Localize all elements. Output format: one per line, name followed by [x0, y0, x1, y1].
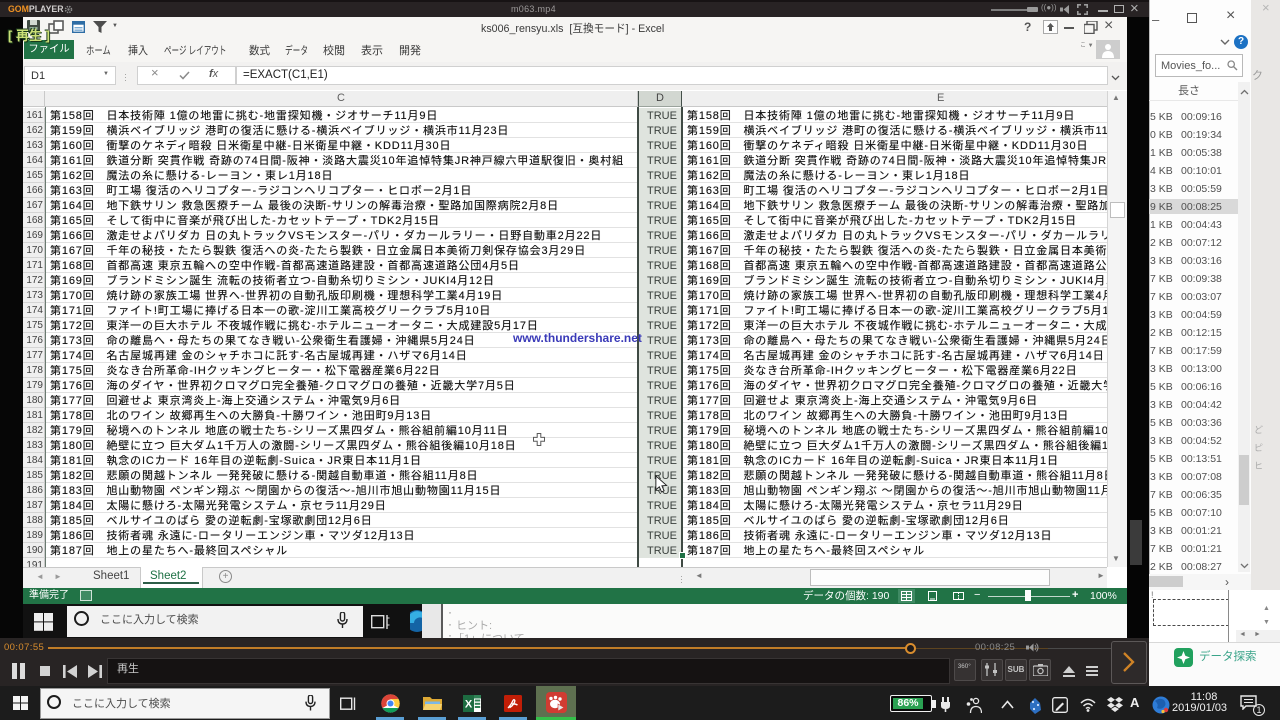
svg-text:X: X: [465, 699, 473, 711]
